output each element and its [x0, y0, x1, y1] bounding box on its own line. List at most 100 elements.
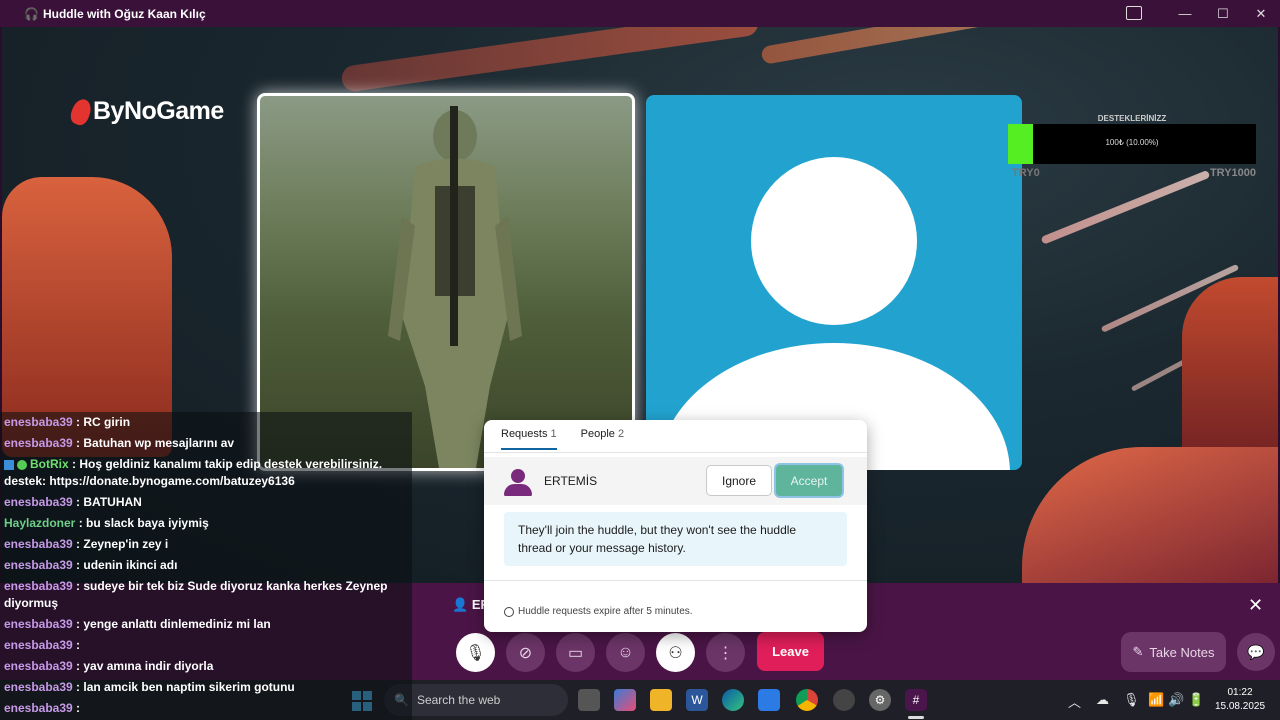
chat-message: enesbaba39 : udenin ikinci adı [0, 555, 412, 576]
ignore-button[interactable]: Ignore [706, 465, 772, 496]
chat-username: enesbaba39 [4, 638, 73, 652]
meteor-streak [1040, 169, 1211, 245]
take-notes-button[interactable]: ✎ Take Notes [1121, 632, 1226, 672]
donation-goal-widget: DESTEKLERİNİZZ 100₺ (10.00%) TRY0 TRY100… [1008, 110, 1256, 180]
chat-username: enesbaba39 [4, 701, 73, 715]
chat-text: : udenin ikinci adı [72, 558, 178, 572]
chat-text: : [72, 701, 81, 715]
avatar-head [751, 157, 917, 325]
chat-message: enesbaba39 : [0, 698, 412, 719]
task-view-icon[interactable] [578, 689, 600, 711]
chat-text: : yenge anlattı dinlemediniz mi lan [72, 617, 271, 631]
word-icon[interactable]: W [686, 689, 708, 711]
leave-button[interactable]: Leave [757, 632, 824, 671]
chat-message: enesbaba39 : Zeynep'in zey i [0, 534, 412, 555]
chat-text: : Zeynep'in zey i [72, 537, 169, 551]
edge-icon[interactable] [722, 689, 744, 711]
tab-people-label: People [580, 428, 615, 440]
chat-text: : Batuhan wp mesajlarını av [72, 436, 235, 450]
chat-text: : RC girin [72, 415, 131, 429]
wifi-icon[interactable]: 📶 [1148, 692, 1164, 708]
screen-share-button[interactable]: ▭ [556, 633, 595, 672]
person-icon: 👤 [452, 597, 469, 612]
desert-dune [1022, 447, 1278, 583]
system-clock[interactable]: 01:22 15.08.2025 [1212, 686, 1268, 714]
chat-message: Haylazdoner : bu slack baya iyiymiş [0, 513, 412, 534]
request-expiry-text: Huddle requests expire after 5 minutes. [518, 606, 693, 617]
chat-bubble-icon: 💬 [1247, 643, 1265, 660]
donation-progress-text: 100₺ (10.00%) [1105, 138, 1159, 147]
notes-icon: ✎ [1132, 644, 1144, 659]
window-title: Huddle with Oğuz Kaan Kılıç [42, 6, 206, 21]
tray-chevron-icon[interactable]: ︿ [1068, 692, 1081, 711]
camera-off-icon: ⊘ [518, 644, 533, 662]
tab-requests-count: 1 [550, 428, 557, 440]
donation-max-label: TRY1000 [1209, 167, 1256, 179]
chat-username: enesbaba39 [4, 495, 73, 509]
chat-message: BotRix : Hoş geldiniz kanalımı takip edi… [0, 454, 412, 492]
screen-share-icon: ▭ [567, 644, 584, 662]
thread-button[interactable]: 💬 [1237, 633, 1275, 671]
take-notes-label: Take Notes [1149, 644, 1215, 660]
donation-min-label: TRY0 [1012, 167, 1040, 179]
chat-username: BotRix [30, 457, 69, 471]
store-icon[interactable] [758, 689, 780, 711]
window-title-wrap: 🎧 Huddle with Oğuz Kaan Kılıç [24, 7, 206, 21]
tray-app-icon[interactable]: ☁ [1096, 692, 1109, 708]
logo-mark-icon [68, 96, 94, 127]
emoji-button[interactable]: ☺ [606, 633, 645, 672]
battery-icon[interactable]: 🔋 [1188, 692, 1204, 708]
chat-message: enesbaba39 : BATUHAN [0, 492, 412, 513]
tray-mic-icon[interactable]: 🎙 [1123, 692, 1140, 708]
mic-button[interactable]: 🎙 [456, 633, 495, 672]
chat-username: enesbaba39 [4, 537, 73, 551]
slack-icon[interactable]: # [905, 689, 927, 711]
chat-text: : bu slack baya iyiymiş [75, 516, 209, 530]
window-titlebar: 🎧 Huddle with Oğuz Kaan Kılıç — ☐ ✕ [0, 0, 1280, 27]
chat-message: enesbaba39 : yav amına indir diyorla [0, 656, 412, 677]
chat-username: Haylazdoner [4, 516, 76, 530]
settings-icon[interactable]: ⚙ [869, 689, 891, 711]
volume-icon[interactable]: 🔊 [1168, 692, 1184, 708]
minimize-button[interactable]: — [1166, 0, 1204, 27]
meteor-streak [760, 27, 1060, 65]
more-button[interactable]: ⋮ [706, 633, 745, 672]
tab-requests[interactable]: Requests 1 [501, 428, 557, 450]
chat-username: enesbaba39 [4, 659, 73, 673]
file-explorer-icon[interactable] [650, 689, 672, 711]
huddle-requests-popup: Requests 1 People 2 ERTEMİS Ignore Accep… [484, 420, 867, 632]
chat-message: enesbaba39 : Batuhan wp mesajlarını av [0, 433, 412, 454]
invite-button[interactable]: ⚇ [656, 633, 695, 672]
clock-time: 01:22 [1227, 687, 1253, 698]
chat-message: enesbaba39 : lan amcik ben naptim sikeri… [0, 677, 412, 698]
verified-badge-icon [17, 459, 27, 470]
chat-text: : lan amcik ben naptim sikerim gotunu [72, 680, 295, 694]
clock-date: 15.08.2025 [1214, 701, 1266, 712]
mic-icon: 🎙 [465, 644, 486, 662]
accept-button[interactable]: Accept [774, 463, 844, 498]
video-tile-participant-avatar[interactable] [646, 95, 1022, 470]
chat-username: enesbaba39 [4, 579, 73, 593]
more-icon: ⋮ [717, 644, 734, 662]
donation-label: DESTEKLERİNİZZ [1097, 114, 1167, 123]
close-huddle-panel-icon[interactable]: ✕ [1248, 595, 1263, 616]
chrome-icon[interactable] [796, 689, 818, 711]
user-avatar-icon [504, 469, 532, 496]
maximize-button[interactable]: ☐ [1204, 0, 1242, 27]
stream-logo: ByNoGame [68, 96, 224, 127]
chat-username: enesbaba39 [4, 415, 73, 429]
chat-text: : [72, 638, 81, 652]
chat-text: : yav amına indir diyorla [72, 659, 214, 673]
steam-icon[interactable] [833, 689, 855, 711]
picture-in-picture-icon[interactable] [1126, 6, 1142, 20]
close-window-button[interactable]: ✕ [1242, 0, 1280, 27]
popup-tabs: Requests 1 People 2 [501, 428, 624, 450]
copilot-icon[interactable] [614, 689, 636, 711]
active-app-indicator [908, 716, 924, 719]
window-controls: — ☐ ✕ [1166, 0, 1280, 27]
chat-username: enesbaba39 [4, 436, 73, 450]
tab-people[interactable]: People 2 [581, 428, 624, 450]
divider [484, 452, 867, 453]
chat-text: : BATUHAN [72, 495, 142, 509]
camera-button[interactable]: ⊘ [506, 633, 545, 672]
